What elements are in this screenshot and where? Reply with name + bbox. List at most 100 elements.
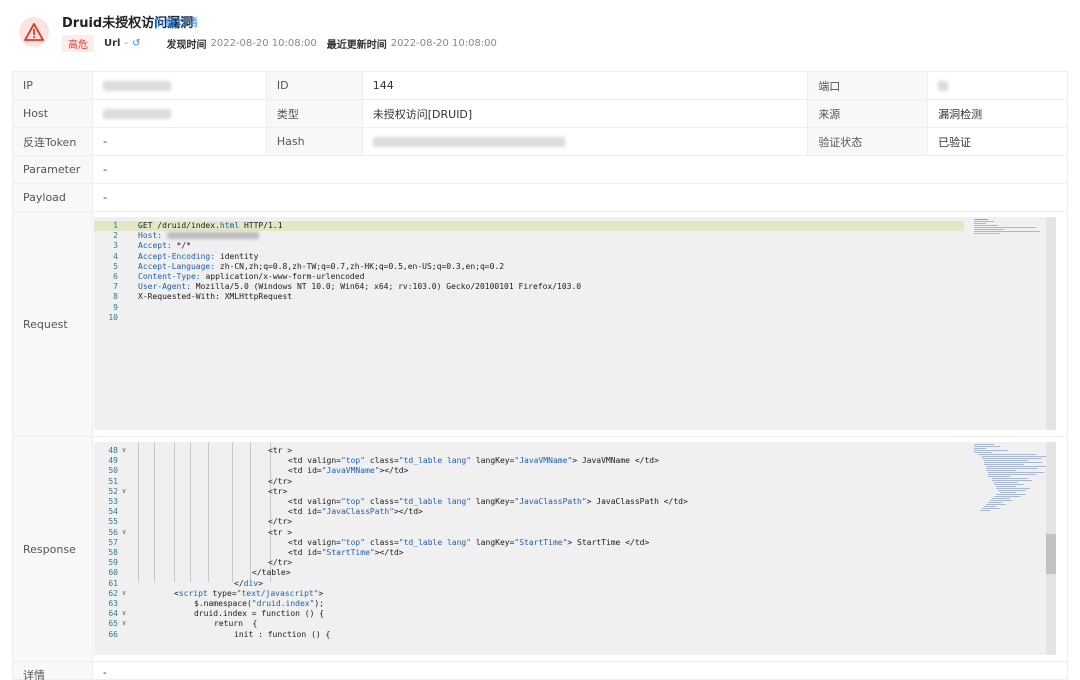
code-line: <td id="JavaVMName"></td> <box>288 466 409 476</box>
line-number: 5 <box>113 261 118 271</box>
code-line: Content-Type: application/x-www-form-url… <box>138 272 365 281</box>
line-number: 6 <box>113 272 118 281</box>
ip-value <box>91 71 267 100</box>
response-scrollbar[interactable] <box>1046 442 1056 655</box>
line-number: 55 <box>108 517 118 527</box>
code-line: <tr > <box>268 446 293 455</box>
severity-badge: 高危 <box>62 34 94 52</box>
code-line: </tr> <box>268 476 293 486</box>
table-row: Parameter - <box>12 155 1069 184</box>
found-time-label: 发现时间 <box>166 39 207 51</box>
line-number: 61 <box>108 578 118 588</box>
type-label: 类型 <box>265 99 363 128</box>
request-label: Request <box>13 212 93 436</box>
response-minimap[interactable] <box>974 444 1048 512</box>
host-label: Host <box>12 99 93 128</box>
payload-value: - <box>91 183 1069 212</box>
copy-icon[interactable]: ↺ <box>132 38 140 49</box>
parameter-label: Parameter <box>12 155 93 184</box>
code-line: Host: <box>138 231 259 241</box>
fold-chevron-icon[interactable]: ∨ <box>122 609 126 617</box>
table-row: Payload - <box>12 183 1069 212</box>
hash-label: Hash <box>265 127 363 156</box>
code-line: druid.index = function () { <box>194 609 325 619</box>
line-number: 54 <box>108 507 118 517</box>
code-line: <td valign="top" class="td_lable lang" l… <box>288 456 659 466</box>
port-label: 端口 <box>807 71 929 100</box>
line-number: 48 <box>108 446 118 455</box>
line-number: 60 <box>108 568 118 578</box>
vuln-info-table: IP ID 144 端口 Host 类型 未授权访问[DRUID] 来源 漏洞检… <box>12 71 1069 212</box>
line-number: 53 <box>108 497 118 506</box>
code-line: <td id="JavaClassPath"></td> <box>288 507 423 517</box>
line-number: 56 <box>108 527 118 537</box>
code-line: <tr> <box>268 486 288 496</box>
code-line: <tr > <box>268 527 293 537</box>
indent-guide <box>190 442 191 582</box>
code-line: GET /druid/index.html HTTP/1.1 <box>138 221 283 230</box>
table-row: Host 类型 未授权访问[DRUID] 来源 漏洞检测 <box>12 99 1068 128</box>
fold-chevron-icon[interactable]: ∨ <box>122 446 126 454</box>
found-time-value: 2022-08-20 10:08:00 <box>210 37 317 49</box>
line-number: 8 <box>113 292 118 302</box>
code-line: </div> <box>234 578 263 588</box>
line-number: 57 <box>108 537 118 547</box>
token-label: 反连Token <box>12 127 93 156</box>
payload-label: Payload <box>12 183 93 212</box>
token-value: - <box>91 127 267 156</box>
code-line: Accept-Language: zh-CN,zh;q=0.8,zh-TW;q=… <box>138 261 505 271</box>
response-label: Response <box>13 437 93 661</box>
fold-details-link[interactable]: 折叠详情 <box>154 14 198 30</box>
line-number: 2 <box>113 231 118 241</box>
fold-chevron-icon[interactable]: ∨ <box>122 528 126 536</box>
code-line: <td valign="top" class="td_lable lang" l… <box>288 537 650 547</box>
fold-chevron-icon[interactable]: ∨ <box>122 589 126 597</box>
warning-icon <box>19 17 49 47</box>
line-number: 64 <box>108 609 118 619</box>
code-line: <script type="text/javascript"> <box>174 588 324 598</box>
line-number: 62 <box>108 588 118 598</box>
response-editor[interactable]: 48 ∨ 49 50 51 52 ∨ 53 54 55 56 ∨ 57 58 59 60 61 62 ∨ 63 64 ∨ 6… <box>94 442 1056 655</box>
line-number: 49 <box>108 456 118 466</box>
type-value: 未授权访问[DRUID] <box>361 99 809 128</box>
code-line: Accept-Encoding: identity <box>138 251 259 261</box>
redacted-host <box>166 232 259 240</box>
indent-guide <box>232 442 233 582</box>
verify-label: 验证状态 <box>807 127 929 156</box>
indent-guide <box>208 442 209 582</box>
ip-label: IP <box>12 71 93 100</box>
code-line: Accept: */* <box>138 241 191 251</box>
line-number: 10 <box>108 312 118 322</box>
code-line: </tr> <box>268 558 293 568</box>
port-value <box>927 71 1068 100</box>
request-editor[interactable]: 1 2 3 4 5 6 7 8 9 10 GET /druid/index.html HTTP/1… <box>94 217 1056 430</box>
request-scrollbar[interactable] <box>1046 217 1056 430</box>
line-number: 52 <box>108 486 118 496</box>
url-separator: - <box>124 37 129 49</box>
fold-chevron-icon[interactable]: ∨ <box>122 487 126 495</box>
line-number: 3 <box>113 241 118 251</box>
indent-guide <box>154 442 155 582</box>
redacted-host <box>102 109 171 119</box>
request-row: Request 1 2 3 4 5 6 7 8 9 10 GET /druid/index.htm… <box>12 211 1068 437</box>
redacted-hash <box>372 137 565 147</box>
line-number: 1 <box>113 221 118 230</box>
request-minimap[interactable] <box>974 219 1042 235</box>
source-label: 来源 <box>807 99 929 128</box>
detail-value: - <box>103 667 107 679</box>
scrollbar-thumb[interactable] <box>1046 534 1056 574</box>
line-number: 66 <box>108 629 118 639</box>
host-value <box>91 99 267 128</box>
line-number: 51 <box>108 476 118 486</box>
line-number: 58 <box>108 548 118 557</box>
id-value: 144 <box>361 71 809 100</box>
detail-row: 详情 - <box>12 661 1068 680</box>
parameter-value: - <box>91 155 1069 184</box>
updated-time-value: 2022-08-20 10:08:00 <box>390 37 497 49</box>
table-row: IP ID 144 端口 <box>12 71 1068 100</box>
indent-guide <box>250 442 251 582</box>
code-line: <td valign="top" class="td_lable lang" l… <box>288 497 688 506</box>
line-number: 4 <box>113 251 118 261</box>
line-number: 63 <box>108 599 118 608</box>
fold-chevron-icon[interactable]: ∨ <box>122 619 126 627</box>
